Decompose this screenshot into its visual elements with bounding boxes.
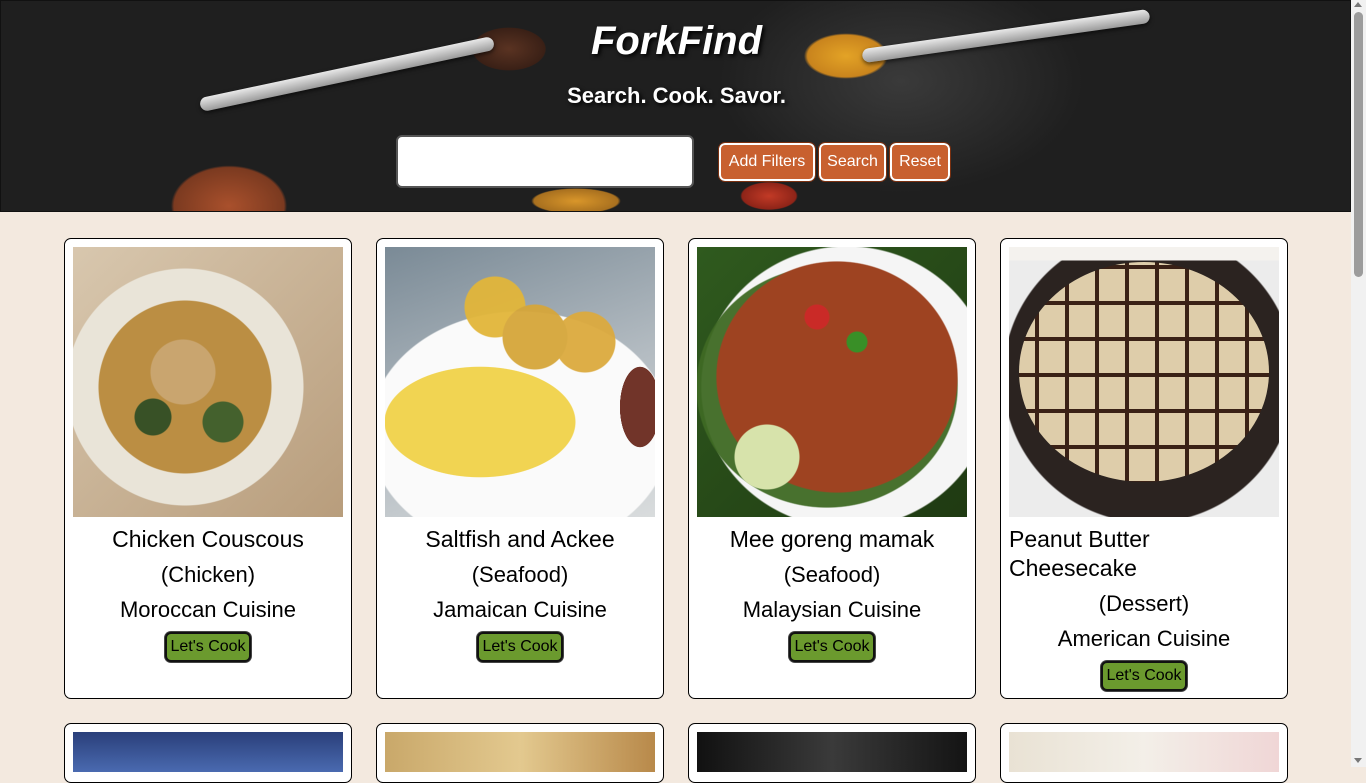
recipe-name: Peanut Butter Cheesecake — [1009, 526, 1150, 581]
recipe-image[interactable] — [1009, 732, 1279, 772]
hero-banner: ForkFind Search. Cook. Savor. Add Filter… — [0, 0, 1351, 212]
recipe-image[interactable] — [385, 247, 655, 517]
food-photo — [1019, 262, 1269, 482]
search-button[interactable]: Search — [818, 142, 887, 182]
lets-cook-button[interactable]: Let's Cook — [165, 632, 251, 662]
recipe-image[interactable] — [73, 732, 343, 772]
lets-cook-button[interactable]: Let's Cook — [1101, 661, 1187, 691]
recipe-cuisine: Moroccan Cuisine — [119, 597, 297, 622]
recipe-name: Chicken Couscous — [112, 526, 304, 552]
recipe-card: Mee goreng mamak (Seafood) Malaysian Cui… — [688, 238, 976, 699]
recipe-image[interactable] — [73, 247, 343, 517]
recipe-card — [376, 723, 664, 783]
recipe-card — [64, 723, 352, 783]
recipe-cuisine: Jamaican Cuisine — [433, 597, 607, 622]
scroll-up-arrow-icon[interactable] — [1354, 2, 1362, 7]
recipe-cuisine: American Cuisine — [1057, 626, 1231, 651]
food-photo — [697, 247, 967, 517]
recipe-image[interactable] — [1009, 247, 1279, 517]
scroll-thumb[interactable] — [1354, 12, 1363, 277]
recipe-cuisine: Malaysian Cuisine — [742, 597, 922, 622]
reset-button[interactable]: Reset — [889, 142, 951, 182]
lets-cook-button[interactable]: Let's Cook — [789, 632, 875, 662]
recipe-category: (Dessert) — [1098, 591, 1190, 616]
recipe-category: (Seafood) — [783, 562, 881, 587]
recipe-name: Saltfish and Ackee — [425, 526, 615, 552]
tagline: Search. Cook. Savor. — [567, 83, 786, 108]
recipe-image[interactable] — [385, 732, 655, 772]
food-photo — [385, 247, 655, 517]
site-title: ForkFind — [590, 19, 763, 63]
add-filters-button[interactable]: Add Filters — [718, 142, 816, 182]
recipe-category: (Seafood) — [471, 562, 569, 587]
recipe-card: Chicken Couscous (Chicken) Moroccan Cuis… — [64, 238, 352, 699]
recipe-card — [688, 723, 976, 783]
scroll-down-arrow-icon[interactable] — [1354, 758, 1362, 763]
food-photo — [73, 247, 343, 517]
page-scrollbar[interactable] — [1351, 0, 1366, 767]
recipe-category: (Chicken) — [160, 562, 256, 587]
search-input[interactable] — [396, 135, 694, 188]
lets-cook-button[interactable]: Let's Cook — [477, 632, 563, 662]
recipe-card: Saltfish and Ackee (Seafood) Jamaican Cu… — [376, 238, 664, 699]
recipe-name: Mee goreng mamak — [729, 526, 935, 552]
recipe-card — [1000, 723, 1288, 783]
recipe-card: Peanut Butter Cheesecake (Dessert) Ameri… — [1000, 238, 1288, 699]
recipe-image[interactable] — [697, 732, 967, 772]
recipe-image[interactable] — [697, 247, 967, 517]
